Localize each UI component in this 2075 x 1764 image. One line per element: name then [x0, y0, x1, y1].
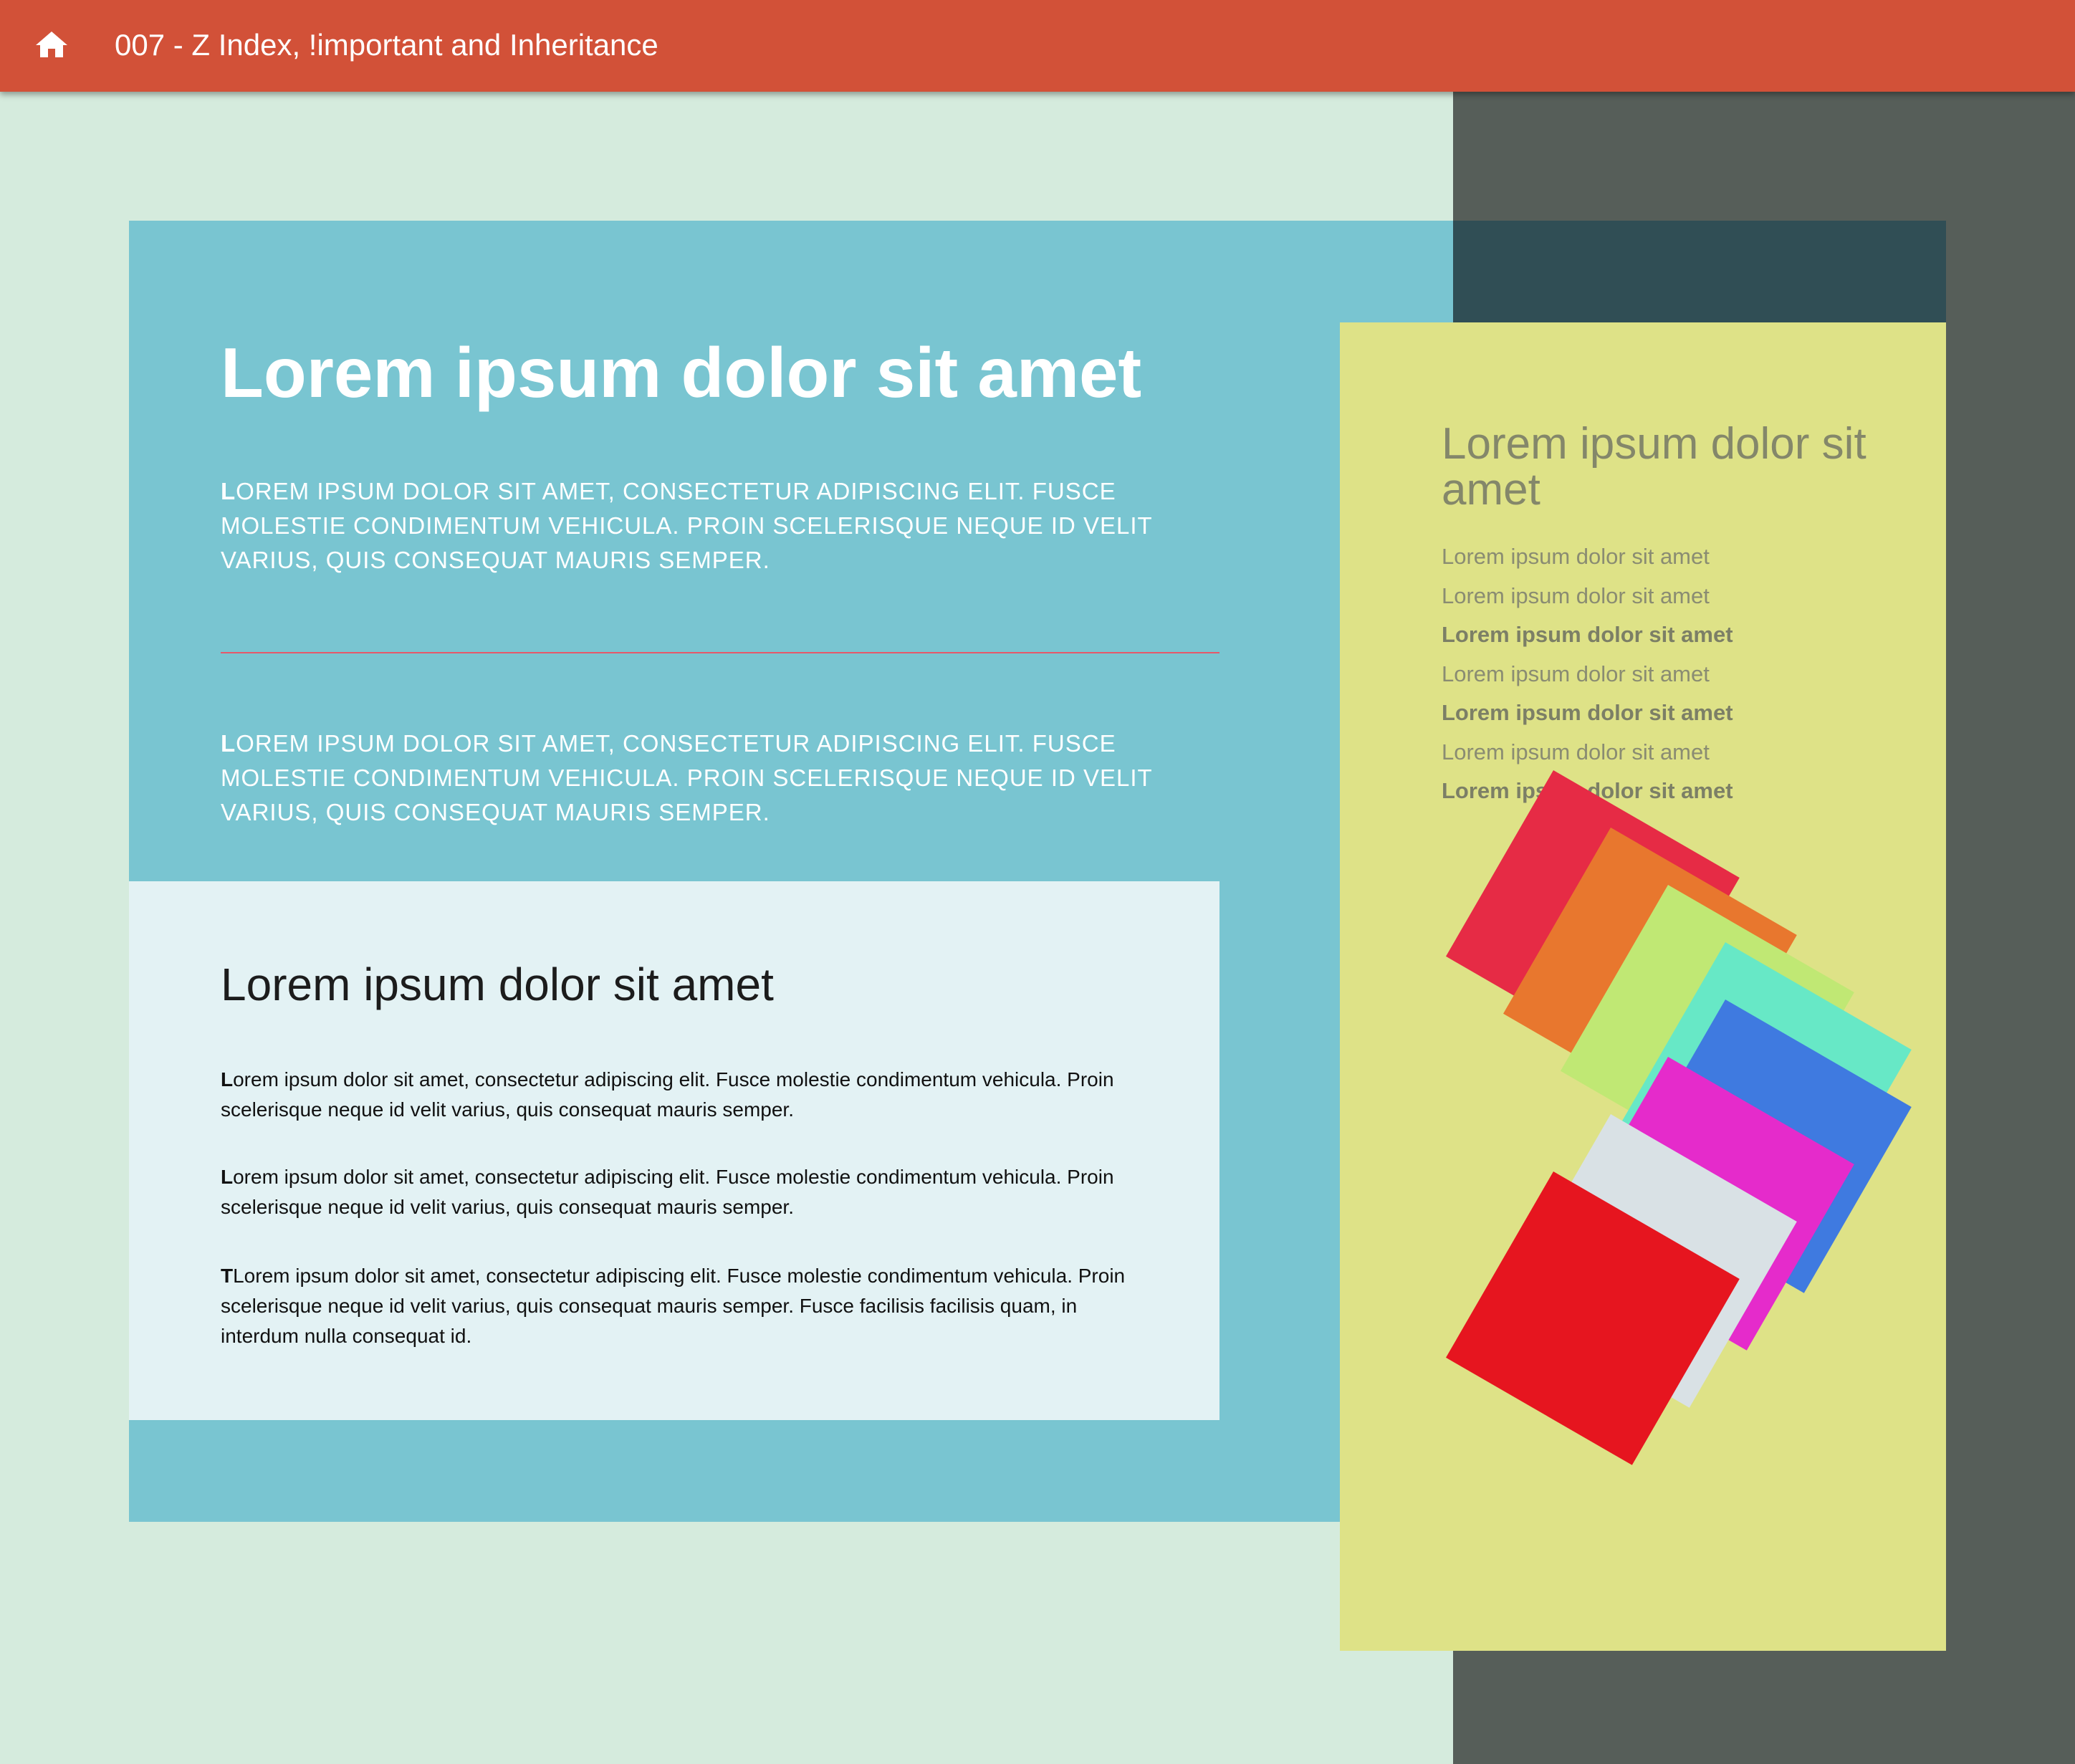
top-bar: 007 - Z Index, !important and Inheritanc… — [0, 0, 2075, 92]
content-card: Lorem ipsum dolor sit amet Lorem ipsum d… — [129, 881, 1219, 1420]
page-title: 007 - Z Index, !important and Inheritanc… — [115, 28, 658, 62]
hero-paragraph-2: Lorem ipsum dolor sit amet, consectetur … — [221, 730, 1153, 825]
card-title: Lorem ipsum dolor sit amet — [221, 959, 774, 1010]
card-paragraph-3: TLorem ipsum dolor sit amet, consectetur… — [221, 1265, 1126, 1347]
sidebar-panel: Lorem ipsum dolor sit amet Lorem ipsum d… — [1340, 322, 1946, 1651]
card-paragraph-2: Lorem ipsum dolor sit amet, consectetur … — [221, 1166, 1114, 1218]
stacked-squares — [1446, 770, 1912, 1465]
hero-paragraph-1: Lorem ipsum dolor sit amet, consectetur … — [221, 478, 1153, 573]
hero-title: Lorem ipsum dolor sit amet — [221, 333, 1142, 412]
page: 007 - Z Index, !important and Inheritanc… — [0, 0, 2075, 1764]
blue-panel-overlap — [1453, 221, 1946, 322]
divider — [221, 652, 1219, 653]
home-icon[interactable] — [34, 30, 69, 59]
card-paragraph-1: Lorem ipsum dolor sit amet, consectetur … — [221, 1068, 1114, 1121]
